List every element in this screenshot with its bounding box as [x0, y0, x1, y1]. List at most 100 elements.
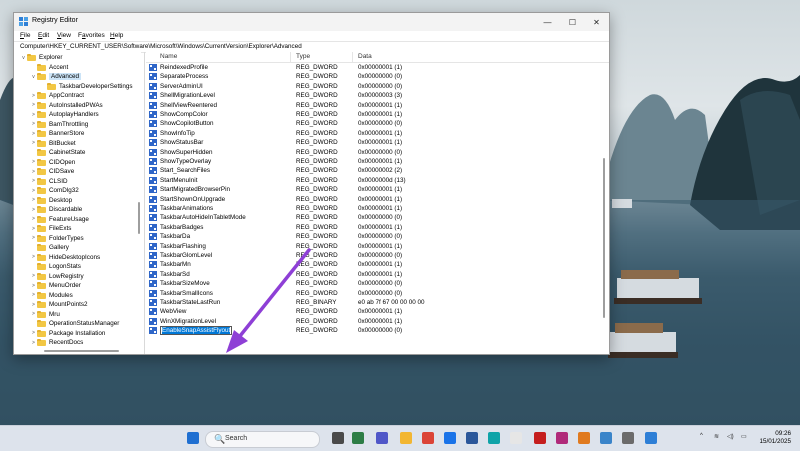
tree-item[interactable]: > CIDOpen: [30, 158, 75, 168]
value-row[interactable]: ShowCopilotButton REG_DWORD 0x00000000 (0): [146, 119, 601, 128]
collapsed-chevron-icon[interactable]: >: [30, 283, 37, 289]
blank-app-icon[interactable]: [510, 432, 522, 444]
value-row[interactable]: ShowInfoTip REG_DWORD 0x00000001 (1): [146, 129, 601, 138]
expanded-chevron-icon[interactable]: v: [30, 74, 37, 80]
tree-item[interactable]: > MountPoints2: [30, 300, 88, 310]
store-icon[interactable]: [352, 432, 364, 444]
value-row[interactable]: ShowCompColor REG_DWORD 0x00000001 (1): [146, 110, 601, 119]
clock[interactable]: 09:26 15/01/2025: [753, 430, 791, 446]
collapsed-chevron-icon[interactable]: >: [30, 188, 37, 194]
collapsed-chevron-icon[interactable]: >: [30, 311, 37, 317]
teams-icon[interactable]: [376, 432, 388, 444]
collapsed-chevron-icon[interactable]: >: [30, 273, 37, 279]
value-row[interactable]: ShowStatusBar REG_DWORD 0x00000001 (1): [146, 138, 601, 147]
column-header-type[interactable]: Type: [296, 53, 310, 60]
rename-value-input[interactable]: EnableSnapAssistFlyout: [160, 326, 233, 336]
tree-item[interactable]: Accent: [30, 63, 68, 73]
value-row[interactable]: TaskbarGlomLevel REG_DWORD 0x00000000 (0): [146, 251, 601, 260]
tree-item[interactable]: > AutoInstalledPWAs: [30, 101, 103, 111]
collapsed-chevron-icon[interactable]: >: [30, 131, 37, 137]
value-row[interactable]: TaskbarAutoHideInTabletMode REG_DWORD 0x00…: [146, 213, 601, 222]
scroll-thumb[interactable]: [44, 350, 119, 352]
value-row[interactable]: StartShownOnUpgrade REG_DWORD 0x00000001 (…: [146, 195, 601, 204]
close-button[interactable]: ✕: [584, 13, 609, 31]
tree-item[interactable]: Gallery: [30, 243, 69, 253]
value-row[interactable]: WebView REG_DWORD 0x00000001 (1): [146, 307, 601, 316]
value-row[interactable]: ShowSuperHidden REG_DWORD 0x00000000 (0): [146, 148, 601, 157]
collapsed-chevron-icon[interactable]: >: [30, 330, 37, 336]
tree-item[interactable]: > AppContract: [30, 91, 84, 101]
photos-icon[interactable]: [556, 432, 568, 444]
collapsed-chevron-icon[interactable]: >: [30, 121, 37, 127]
value-row[interactable]: TaskbarFlashing REG_DWORD 0x00000001 (1): [146, 242, 601, 251]
tree-item[interactable]: > Discardable: [30, 205, 82, 215]
tree-horizontal-scrollbar[interactable]: [14, 347, 141, 354]
settings-icon[interactable]: [622, 432, 634, 444]
value-row[interactable]: ShellViewReentered REG_DWORD 0x00000001 (1…: [146, 101, 601, 110]
collapsed-chevron-icon[interactable]: >: [30, 102, 37, 108]
tree-item[interactable]: > Desktop: [30, 196, 72, 206]
collapsed-chevron-icon[interactable]: >: [30, 226, 37, 232]
acrobat-icon[interactable]: [534, 432, 546, 444]
collapsed-chevron-icon[interactable]: >: [30, 254, 37, 260]
tree-item[interactable]: > LowRegistry: [30, 272, 84, 282]
collapsed-chevron-icon[interactable]: >: [30, 340, 37, 346]
tree-item[interactable]: v Advanced: [30, 72, 82, 82]
tree-item[interactable]: > AutoplayHandlers: [30, 110, 99, 120]
regedit-icon[interactable]: [645, 432, 657, 444]
collapsed-chevron-icon[interactable]: >: [30, 207, 37, 213]
tree-item[interactable]: CabinetState: [30, 148, 85, 158]
column-divider[interactable]: [290, 52, 291, 62]
tree-item[interactable]: TaskbarDeveloperSettings: [40, 82, 133, 92]
values-list-pane[interactable]: Name Type Data ReindexedProfile REG_DWORD…: [146, 52, 609, 354]
menu-view[interactable]: View: [57, 32, 71, 39]
collapsed-chevron-icon[interactable]: >: [30, 169, 37, 175]
minimize-button[interactable]: —: [535, 13, 560, 31]
pane-splitter[interactable]: [144, 52, 145, 354]
wifi-icon[interactable]: ≋: [714, 433, 719, 440]
start-icon[interactable]: [187, 432, 199, 444]
collapsed-chevron-icon[interactable]: >: [30, 216, 37, 222]
tree-item[interactable]: > MenuOrder: [30, 281, 81, 291]
collapsed-chevron-icon[interactable]: >: [30, 302, 37, 308]
value-row[interactable]: TaskbarAnimations REG_DWORD 0x00000001 (1): [146, 204, 601, 213]
taskbar-search-box[interactable]: 🔍 Search: [205, 431, 320, 448]
tree-item[interactable]: > FileExts: [30, 224, 71, 234]
tree-item[interactable]: > CIDSave: [30, 167, 74, 177]
collapsed-chevron-icon[interactable]: >: [30, 140, 37, 146]
value-row[interactable]: TaskbarMn REG_DWORD 0x00000001 (1): [146, 260, 601, 269]
chrome-icon[interactable]: [422, 432, 434, 444]
collapsed-chevron-icon[interactable]: >: [30, 112, 37, 118]
collapsed-chevron-icon[interactable]: >: [30, 178, 37, 184]
collapsed-chevron-icon[interactable]: >: [30, 93, 37, 99]
battery-icon[interactable]: ▭: [741, 433, 747, 440]
collapsed-chevron-icon[interactable]: >: [30, 159, 37, 165]
word-icon[interactable]: [466, 432, 478, 444]
key-tree-pane[interactable]: v Explorer Accent v Advanced TaskbarDeveloper…: [14, 52, 141, 347]
tree-item[interactable]: > FeatureUsage: [30, 215, 89, 225]
value-row[interactable]: ShowTypeOverlay REG_DWORD 0x00000001 (1): [146, 157, 601, 166]
list-vertical-scrollbar[interactable]: [601, 63, 607, 353]
tree-item[interactable]: > BannerStore: [30, 129, 84, 139]
tree-item[interactable]: > BitBucket: [30, 139, 76, 149]
address-path[interactable]: Computer\HKEY_CURRENT_USER\Software\Micr…: [20, 43, 302, 50]
media-player-icon[interactable]: [578, 432, 590, 444]
column-divider[interactable]: [352, 52, 353, 62]
column-header-name[interactable]: Name: [160, 53, 177, 60]
value-row[interactable]: StartMenuInit REG_DWORD 0x0000000d (13): [146, 176, 601, 185]
value-row[interactable]: SeparateProcess REG_DWORD 0x00000000 (0): [146, 72, 601, 81]
value-row[interactable]: WinXMigrationLevel REG_DWORD 0x00000001 (1…: [146, 317, 601, 326]
task-view-icon[interactable]: [332, 432, 344, 444]
volume-icon[interactable]: ◁): [727, 433, 734, 440]
tree-item[interactable]: > BamThrottling: [30, 120, 88, 130]
snipping-icon[interactable]: [600, 432, 612, 444]
mail-icon[interactable]: [444, 432, 456, 444]
tree-item[interactable]: > Mru: [30, 310, 60, 320]
value-row[interactable]: TaskbarSmallIcons REG_DWORD 0x00000000 (0): [146, 289, 601, 298]
tree-item[interactable]: > ComDlg32: [30, 186, 79, 196]
file-explorer-icon[interactable]: [400, 432, 412, 444]
value-row[interactable]: ShellMigrationLevel REG_DWORD 0x00000003 (…: [146, 91, 601, 100]
tree-item[interactable]: > Package Installation: [30, 329, 105, 339]
value-row[interactable]: ServerAdminUI REG_DWORD 0x00000000 (0): [146, 82, 601, 91]
collapsed-chevron-icon[interactable]: >: [30, 197, 37, 203]
